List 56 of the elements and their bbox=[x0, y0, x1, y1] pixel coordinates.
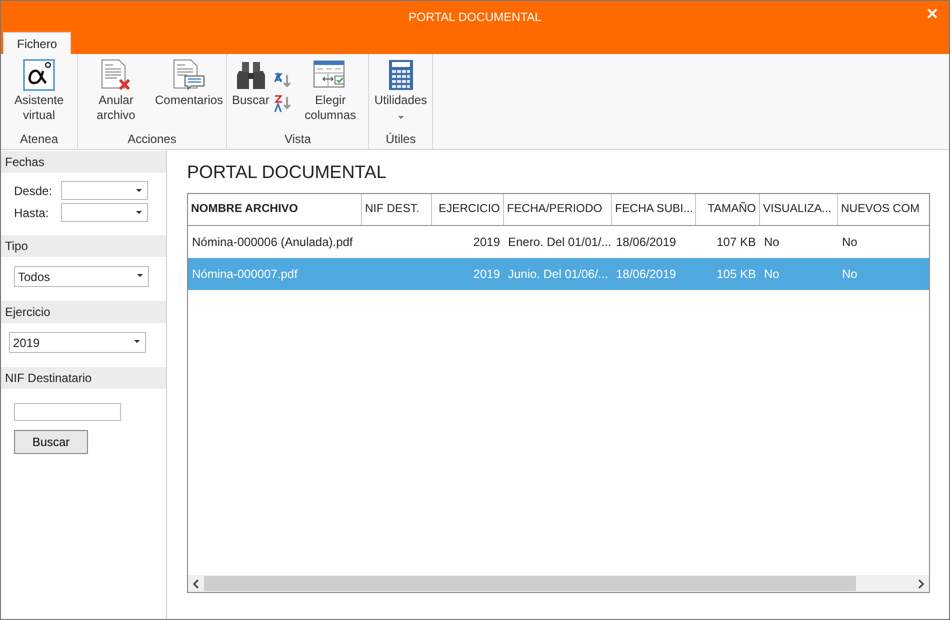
field-label: Desde: bbox=[14, 184, 54, 198]
alpha-symbol-icon bbox=[23, 59, 55, 91]
column-header[interactable]: NOMBRE ARCHIVO bbox=[188, 194, 362, 225]
document-delete-icon bbox=[99, 59, 133, 91]
nif-input-field[interactable] bbox=[14, 403, 121, 421]
table-cell-text: Junio. Del 01/06/... bbox=[507, 267, 610, 281]
ribbon-button[interactable]: Comentarios bbox=[153, 59, 223, 108]
sort-descending-icon[interactable] bbox=[273, 93, 294, 113]
ribbon-button[interactable]: Buscar bbox=[230, 59, 272, 108]
group-label: Atenea bbox=[20, 132, 58, 148]
column-header[interactable]: NIF DEST. bbox=[362, 194, 432, 225]
table-cell-text: 2019 bbox=[472, 267, 501, 281]
ribbon-button[interactable]: Elegir columnas bbox=[295, 59, 366, 123]
table-cell-text: 2019 bbox=[472, 235, 501, 249]
year-dropdown[interactable]: 2019 bbox=[9, 332, 146, 353]
scrollbar-thumb[interactable] bbox=[204, 576, 856, 591]
table-cell-text: 18/06/2019 bbox=[615, 267, 678, 281]
table-cell-text: Nómina-000007.pdf bbox=[191, 267, 298, 281]
column-header[interactable]: NUEVOS COM bbox=[838, 194, 929, 225]
section-header: Fechas bbox=[1, 151, 166, 173]
ribbon-button[interactable]: Anular archivo bbox=[81, 59, 151, 123]
table-cell-text: Nómina-000006 (Anulada).pdf bbox=[191, 235, 354, 249]
date-dropdown[interactable] bbox=[61, 203, 148, 222]
window-title: PORTAL DOCUMENTAL bbox=[408, 10, 542, 24]
table-cell-text: No bbox=[763, 267, 780, 281]
horizontal-scrollbar[interactable] bbox=[188, 575, 929, 592]
column-header[interactable]: FECHA/PERIODO bbox=[504, 194, 612, 225]
section-header: Ejercicio bbox=[1, 301, 166, 323]
page-title: PORTAL DOCUMENTAL bbox=[187, 162, 388, 183]
table-row[interactable]: Nómina-000006 (Anulada).pdf 2019 Enero. Del 01/01/... 18/06/2019 107 KB No No bbox=[188, 226, 929, 258]
section-header: Tipo bbox=[1, 235, 166, 257]
table-cell-text: No bbox=[841, 267, 858, 281]
table-cell-text: 18/06/2019 bbox=[615, 235, 678, 249]
utilities-button[interactable]: Utilidades bbox=[372, 59, 430, 119]
table-cell-text: 107 KB bbox=[716, 235, 757, 249]
group-label: Útiles bbox=[386, 132, 416, 148]
column-header[interactable]: TAMAÑO bbox=[696, 194, 760, 225]
table-cell-text: 105 KB bbox=[716, 267, 757, 281]
ribbon-tab[interactable]: Fichero bbox=[3, 32, 72, 54]
binoculars-icon bbox=[234, 59, 267, 91]
calculator-icon bbox=[388, 59, 414, 91]
document-comment-icon bbox=[171, 59, 205, 91]
column-header[interactable]: EJERCICIO bbox=[432, 194, 504, 225]
ribbon-button[interactable]: Asistente virtual bbox=[4, 59, 74, 123]
search-button[interactable]: Buscar bbox=[14, 430, 88, 454]
group-label: Acciones bbox=[128, 132, 176, 148]
group-label: Vista bbox=[284, 132, 311, 148]
type-dropdown[interactable]: Todos bbox=[14, 266, 149, 287]
table-cell-text: No bbox=[841, 235, 858, 249]
section-header: NIF Destinatario bbox=[1, 367, 166, 389]
table-cell-text: Enero. Del 01/01/... bbox=[507, 235, 612, 249]
field-label: Hasta: bbox=[14, 206, 50, 220]
column-header[interactable]: VISUALIZA... bbox=[760, 194, 838, 225]
column-header[interactable]: FECHA SUBI... bbox=[612, 194, 696, 225]
table-cell-text: No bbox=[763, 235, 780, 249]
date-dropdown[interactable] bbox=[61, 181, 148, 200]
